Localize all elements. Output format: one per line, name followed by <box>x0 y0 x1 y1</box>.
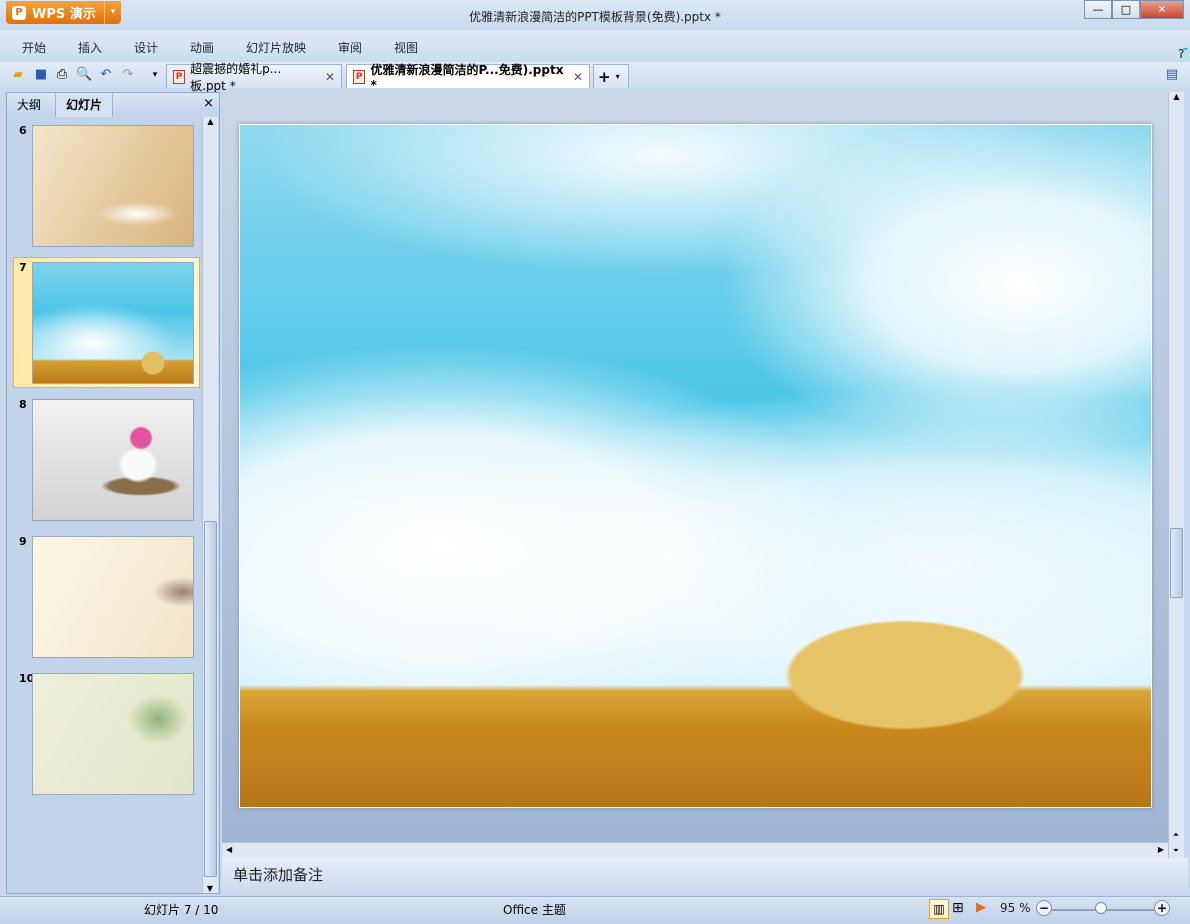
status-bar: 幻灯片 7 / 10 Office 主题 ▥ ⊞ ▶ 95 % − + <box>0 896 1190 924</box>
slides-panel: 大纲 幻灯片 × 6 7 8 9 10 ▲ ▼ <box>6 92 220 894</box>
maximize-button[interactable]: □ <box>1112 0 1140 19</box>
chevron-down-icon[interactable]: ▾ <box>616 72 620 81</box>
scroll-up-icon[interactable]: ▲ <box>1169 92 1184 101</box>
slide-number: 9 <box>19 535 27 548</box>
editor-vertical-scrollbar[interactable]: ▲ ⏶ ⏷ <box>1168 92 1184 858</box>
zoom-out-button[interactable]: − <box>1036 900 1052 916</box>
save-icon[interactable]: ■ <box>33 67 49 83</box>
next-slide-icon[interactable]: ⏷ <box>1169 846 1183 856</box>
slide-thumbnail-8[interactable] <box>32 399 194 521</box>
close-button[interactable]: ✕ <box>1140 0 1184 19</box>
scroll-right-icon[interactable]: ▶ <box>1158 845 1164 854</box>
close-tab-icon[interactable]: ✕ <box>325 70 335 84</box>
ppt-file-icon: P <box>173 69 186 84</box>
menu-review[interactable]: 审阅 <box>338 39 362 56</box>
help-icon[interactable]: ? <box>1178 47 1184 61</box>
tab-slides[interactable]: 幻灯片 <box>55 93 114 117</box>
zoom-in-button[interactable]: + <box>1154 900 1170 916</box>
menu-animation[interactable]: 动画 <box>190 39 214 56</box>
previous-slide-icon[interactable]: ⏶ <box>1169 830 1183 840</box>
zoom-slider-handle[interactable] <box>1095 902 1107 914</box>
redo-icon[interactable]: ↷ <box>120 67 136 83</box>
slide-number: 8 <box>19 398 27 411</box>
scroll-left-icon[interactable]: ◀ <box>226 845 232 854</box>
tab-document-1[interactable]: P 超震撼的婚礼p...板.ppt * ✕ <box>166 62 342 93</box>
title-bar: P WPS 演示 ▾ 优雅清新浪漫简洁的PPT模板背景(免费).pptx * — □… <box>0 0 1190 30</box>
tab-outline[interactable]: 大纲 <box>7 93 51 117</box>
editor-horizontal-scrollbar[interactable]: ◀ ▶ <box>222 842 1168 858</box>
scroll-down-icon[interactable]: ▼ <box>203 884 217 893</box>
slide-thumbnail-10[interactable] <box>32 673 194 795</box>
notes-pane[interactable]: 单击添加备注 <box>222 858 1188 892</box>
menu-insert[interactable]: 插入 <box>78 39 102 56</box>
scrollbar-thumb[interactable] <box>204 521 217 877</box>
quick-toolbar: ▰ ■ ⎙ 🔍 ↶ ↷ ▾ P 超震撼的婚礼p...板.ppt * ✕ P 优雅清新浪… <box>0 62 1190 93</box>
slide-sorter-icon[interactable]: ⊞ <box>952 900 964 916</box>
new-tab-button[interactable]: + ▾ <box>593 64 629 88</box>
window-title: 优雅清新浪漫简洁的PPT模板背景(免费).pptx * <box>469 10 721 24</box>
tab-label: 超震撼的婚礼p...板.ppt * <box>190 61 282 93</box>
slideshow-icon[interactable]: ▶ <box>976 900 986 915</box>
menu-start[interactable]: 开始 <box>22 39 46 56</box>
close-tab-icon[interactable]: ✕ <box>573 70 583 84</box>
minimize-button[interactable]: — <box>1084 0 1112 19</box>
menu-slideshow[interactable]: 幻灯片放映 <box>246 39 306 56</box>
theme-name: Office 主题 <box>503 903 566 917</box>
print-icon[interactable]: ⎙ <box>54 67 70 83</box>
layout-icon[interactable]: ▤ <box>1164 67 1180 83</box>
menu-view[interactable]: 视图 <box>394 39 418 56</box>
slide-thumbnail-9[interactable] <box>32 536 194 658</box>
customize-toolbar-icon[interactable]: ▾ <box>147 67 163 83</box>
undo-icon[interactable]: ↶ <box>98 67 114 83</box>
slides-scrollbar[interactable]: ▲ ▼ <box>202 117 218 893</box>
menu-bar: 开始 插入 设计 动画 幻灯片放映 审阅 视图 ⌄ 👕? <box>0 30 1190 61</box>
close-panel-icon[interactable]: × <box>203 96 214 111</box>
tab-document-2[interactable]: P 优雅清新浪漫简洁的P...免费).pptx * ✕ <box>346 63 590 92</box>
current-slide-canvas[interactable] <box>239 124 1152 808</box>
tab-label: 优雅清新浪漫简洁的P...免费).pptx * <box>370 63 564 92</box>
ppt-file-icon: P <box>353 69 366 84</box>
open-icon[interactable]: ▰ <box>10 67 26 83</box>
notes-placeholder: 单击添加备注 <box>233 866 324 884</box>
slide-editor <box>222 92 1168 842</box>
menu-design[interactable]: 设计 <box>134 39 158 56</box>
print-preview-icon[interactable]: 🔍 <box>76 67 92 83</box>
slide-thumbnail-7[interactable] <box>32 262 194 384</box>
slide-number: 6 <box>19 124 27 137</box>
slide-number: 7 <box>19 261 27 274</box>
slide-thumbnail-6[interactable] <box>32 125 194 247</box>
zoom-level: 95 % <box>1000 901 1031 915</box>
scrollbar-thumb[interactable] <box>1170 528 1183 598</box>
slide-counter: 幻灯片 7 / 10 <box>144 903 219 917</box>
plus-icon: + <box>598 67 611 86</box>
scroll-up-icon[interactable]: ▲ <box>203 117 218 126</box>
normal-view-icon[interactable]: ▥ <box>929 899 949 919</box>
